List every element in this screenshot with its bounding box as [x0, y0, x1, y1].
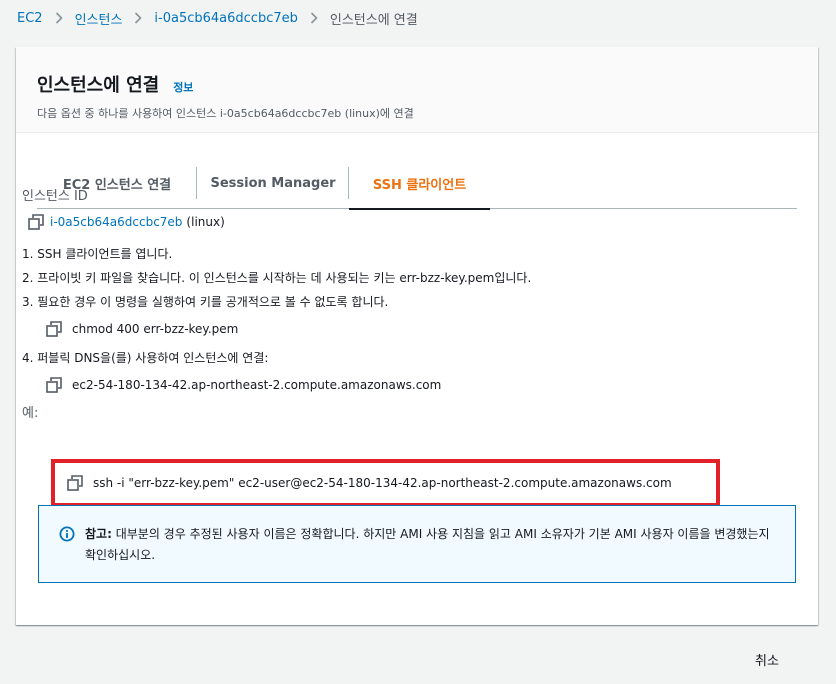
note-alert: 참고: 대부분의 경우 추정된 사용자 이름은 정확합니다. 하지만 AMI 사… [38, 505, 796, 583]
note-text: 참고: 대부분의 경우 추정된 사용자 이름은 정확합니다. 하지만 AMI 사… [85, 524, 777, 582]
chevron-right-icon [55, 12, 63, 24]
breadcrumb-instance-id[interactable]: i-0a5cb64a6dccbc7eb [154, 11, 297, 26]
info-circle-icon [59, 526, 77, 544]
info-link[interactable]: 정보 [173, 79, 193, 95]
breadcrumb-ec2[interactable]: EC2 [17, 11, 43, 26]
ssh-client-panel: 인스턴스 ID i-0a5cb64a6dccbc7eb (linux) 1. S… [22, 185, 782, 421]
chmod-command: chmod 400 err-bzz-key.pem [46, 316, 782, 342]
breadcrumb-instances[interactable]: 인스턴스 [75, 9, 123, 28]
dns-command-text: ec2-54-180-134-42.ap-northeast-2.compute… [72, 378, 442, 392]
breadcrumb: EC2 인스턴스 i-0a5cb64a6dccbc7eb 인스턴스에 연결 [17, 8, 418, 28]
step-item: 2. 프라이빗 키 파일을 찾습니다. 이 인스턴스를 시작하는 데 사용되는 … [22, 271, 532, 285]
step-item: 3. 필요한 경우 이 명령을 실행하여 키를 공개적으로 볼 수 없도록 합니… [22, 295, 389, 309]
note-body: 대부분의 경우 추정된 사용자 이름은 정확합니다. 하지만 AMI 사용 지침… [85, 527, 770, 562]
breadcrumb-current: 인스턴스에 연결 [329, 12, 418, 28]
copy-icon[interactable] [46, 377, 64, 393]
steps-list: 1. SSH 클라이언트를 엽니다. 2. 프라이빗 키 파일을 찾습니다. 이… [22, 242, 782, 314]
step-item: 4. 퍼블릭 DNS을(를) 사용하여 인스턴스에 연결: [22, 351, 269, 365]
steps-list: 4. 퍼블릭 DNS을(를) 사용하여 인스턴스에 연결: [22, 346, 782, 370]
ssh-command-text: ssh -i "err-bzz-key.pem" ec2-user@ec2-54… [93, 476, 672, 490]
chmod-command-text: chmod 400 err-bzz-key.pem [72, 322, 239, 336]
example-label: 예: [22, 406, 39, 421]
copy-icon[interactable] [67, 475, 85, 491]
card-header: 인스턴스에 연결 정보 다음 옵션 중 하나를 사용하여 인스턴스 i-0a5c… [16, 47, 818, 133]
copy-icon[interactable] [28, 214, 46, 230]
dns-command: ec2-54-180-134-42.ap-northeast-2.compute… [46, 372, 782, 398]
step-item: 1. SSH 클라이언트를 엽니다. [22, 247, 173, 261]
ssh-command-example: ssh -i "err-bzz-key.pem" ec2-user@ec2-54… [51, 459, 720, 507]
instance-id-link[interactable]: i-0a5cb64a6dccbc7eb [50, 215, 182, 229]
page-title: 인스턴스에 연결 [37, 75, 160, 96]
chevron-right-icon [134, 12, 143, 24]
note-bold-label: 참고: [85, 527, 112, 541]
card-description: 다음 옵션 중 하나를 사용하여 인스턴스 i-0a5cb64a6dccbc7e… [37, 107, 414, 120]
instance-id-label: 인스턴스 ID [22, 189, 88, 204]
instance-id-row: i-0a5cb64a6dccbc7eb (linux) [28, 214, 782, 230]
instance-os: (linux) [186, 215, 225, 229]
chevron-right-icon [310, 12, 318, 24]
copy-icon[interactable] [46, 321, 64, 337]
cancel-button[interactable]: 취소 [755, 650, 779, 669]
